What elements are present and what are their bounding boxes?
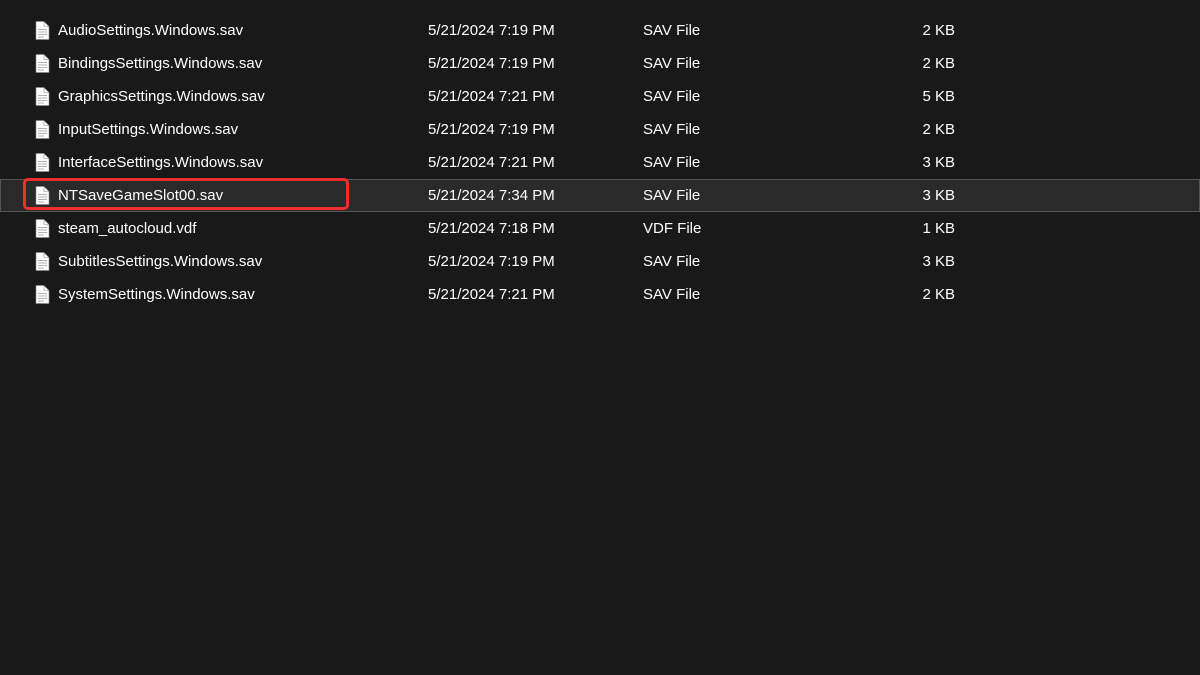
file-type: SAV File (643, 121, 895, 138)
file-icon (34, 285, 50, 305)
file-name: BindingsSettings.Windows.sav (58, 55, 428, 72)
file-row[interactable]: steam_autocloud.vdf5/21/2024 7:18 PMVDF … (0, 212, 1200, 245)
file-type: SAV File (643, 253, 895, 270)
file-type: VDF File (643, 220, 895, 237)
file-size: 2 KB (895, 22, 955, 39)
file-row[interactable]: InterfaceSettings.Windows.sav5/21/2024 7… (0, 146, 1200, 179)
file-type: SAV File (643, 55, 895, 72)
file-row[interactable]: AudioSettings.Windows.sav5/21/2024 7:19 … (0, 14, 1200, 47)
file-size: 2 KB (895, 55, 955, 72)
file-row[interactable]: NTSaveGameSlot00.sav5/21/2024 7:34 PMSAV… (0, 179, 1200, 212)
file-icon (34, 186, 50, 206)
file-size: 3 KB (895, 154, 955, 171)
file-icon (34, 87, 50, 107)
file-date: 5/21/2024 7:19 PM (428, 253, 643, 270)
file-type: SAV File (643, 286, 895, 303)
file-size: 1 KB (895, 220, 955, 237)
file-size: 3 KB (895, 253, 955, 270)
file-icon (34, 120, 50, 140)
file-icon (34, 252, 50, 272)
file-date: 5/21/2024 7:19 PM (428, 121, 643, 138)
file-type: SAV File (643, 154, 895, 171)
file-type: SAV File (643, 22, 895, 39)
file-date: 5/21/2024 7:21 PM (428, 286, 643, 303)
file-date: 5/21/2024 7:34 PM (428, 187, 643, 204)
file-row[interactable]: SystemSettings.Windows.sav5/21/2024 7:21… (0, 278, 1200, 311)
file-size: 2 KB (895, 286, 955, 303)
file-name: GraphicsSettings.Windows.sav (58, 88, 428, 105)
file-row[interactable]: InputSettings.Windows.sav5/21/2024 7:19 … (0, 113, 1200, 146)
file-name: SubtitlesSettings.Windows.sav (58, 253, 428, 270)
file-name: NTSaveGameSlot00.sav (58, 187, 428, 204)
file-row[interactable]: GraphicsSettings.Windows.sav5/21/2024 7:… (0, 80, 1200, 113)
file-date: 5/21/2024 7:19 PM (428, 22, 643, 39)
file-name: InputSettings.Windows.sav (58, 121, 428, 138)
file-name: steam_autocloud.vdf (58, 220, 428, 237)
file-date: 5/21/2024 7:21 PM (428, 154, 643, 171)
file-size: 3 KB (895, 187, 955, 204)
file-row[interactable]: BindingsSettings.Windows.sav5/21/2024 7:… (0, 47, 1200, 80)
file-name: AudioSettings.Windows.sav (58, 22, 428, 39)
file-icon (34, 219, 50, 239)
file-date: 5/21/2024 7:19 PM (428, 55, 643, 72)
file-name: InterfaceSettings.Windows.sav (58, 154, 428, 171)
file-icon (34, 54, 50, 74)
file-date: 5/21/2024 7:18 PM (428, 220, 643, 237)
file-row[interactable]: SubtitlesSettings.Windows.sav5/21/2024 7… (0, 245, 1200, 278)
file-icon (34, 21, 50, 41)
file-date: 5/21/2024 7:21 PM (428, 88, 643, 105)
file-size: 2 KB (895, 121, 955, 138)
file-size: 5 KB (895, 88, 955, 105)
file-list: AudioSettings.Windows.sav5/21/2024 7:19 … (0, 14, 1200, 311)
file-icon (34, 153, 50, 173)
file-name: SystemSettings.Windows.sav (58, 286, 428, 303)
file-type: SAV File (643, 187, 895, 204)
file-type: SAV File (643, 88, 895, 105)
